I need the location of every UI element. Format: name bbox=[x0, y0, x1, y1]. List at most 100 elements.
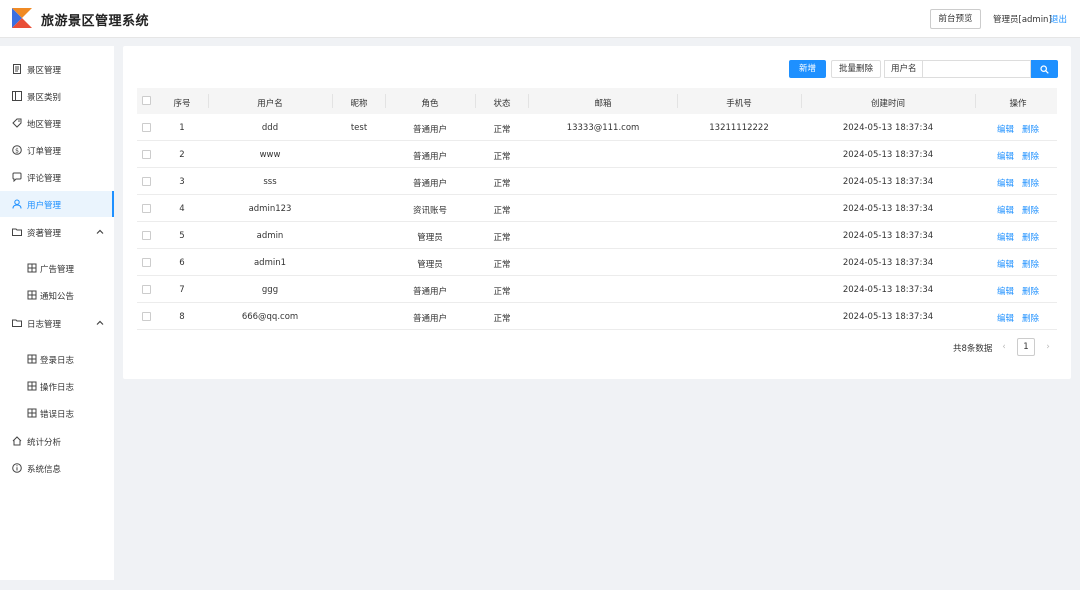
row-checkbox[interactable] bbox=[142, 123, 151, 132]
cell-email: 13333@111.com bbox=[566, 123, 640, 133]
app-title: 旅游景区管理系统 bbox=[41, 14, 150, 29]
cell-index: 8 bbox=[179, 312, 185, 322]
cell-username: sss bbox=[263, 177, 277, 187]
home-icon bbox=[12, 436, 22, 446]
chevron-up-icon bbox=[96, 229, 104, 234]
column-divider bbox=[801, 94, 802, 108]
row-checkbox[interactable] bbox=[142, 258, 151, 267]
sidebar-item-sysinfo[interactable]: 系统信息 bbox=[0, 455, 114, 481]
edit-link[interactable]: 编辑 bbox=[997, 312, 1014, 324]
edit-link[interactable]: 编辑 bbox=[997, 285, 1014, 297]
delete-link[interactable]: 删除 bbox=[1022, 123, 1039, 135]
grid-icon bbox=[27, 263, 37, 273]
column-divider bbox=[332, 94, 333, 108]
cell-status: 正常 bbox=[493, 260, 511, 270]
cell-created: 2024-05-13 18:37:34 bbox=[842, 177, 934, 187]
column-divider bbox=[208, 94, 209, 108]
column-divider bbox=[528, 94, 529, 108]
cell-status: 正常 bbox=[493, 125, 511, 135]
tag-icon bbox=[12, 118, 22, 128]
cell-username: www bbox=[259, 150, 281, 160]
delete-link[interactable]: 删除 bbox=[1022, 150, 1039, 162]
total-count: 共8条数据 bbox=[953, 344, 993, 354]
column-header: 操作 bbox=[1009, 99, 1027, 109]
table-row: 4 admin123 资讯账号 正常 2024-05-13 18:37:34 编… bbox=[137, 195, 1057, 222]
sidebar-item-label: 统计分析 bbox=[27, 438, 62, 448]
sidebar-item-label: 景区类别 bbox=[27, 93, 62, 103]
cell-index: 3 bbox=[179, 177, 185, 187]
sidebar-item-login-log[interactable]: 登录日志 bbox=[0, 346, 114, 372]
cell-status: 正常 bbox=[493, 287, 511, 297]
column-divider bbox=[975, 94, 976, 108]
cell-role: 普通用户 bbox=[412, 125, 448, 135]
cell-index: 6 bbox=[179, 258, 185, 268]
delete-link[interactable]: 删除 bbox=[1022, 258, 1039, 270]
sidebar-item-region[interactable]: 地区管理 bbox=[0, 110, 114, 136]
batch-delete-button[interactable]: 批量删除 bbox=[831, 60, 881, 78]
money-icon: $ bbox=[12, 145, 22, 155]
column-header: 状态 bbox=[493, 99, 511, 109]
sidebar-item-orders[interactable]: $ 订单管理 bbox=[0, 137, 114, 163]
sidebar-item-stats[interactable]: 统计分析 bbox=[0, 428, 114, 454]
search-icon bbox=[1040, 65, 1049, 74]
cell-status: 正常 bbox=[493, 152, 511, 162]
search-field-label: 用户名 bbox=[884, 60, 922, 78]
row-checkbox[interactable] bbox=[142, 312, 151, 321]
cell-index: 7 bbox=[179, 285, 185, 295]
grid-icon bbox=[27, 290, 37, 300]
column-divider bbox=[385, 94, 386, 108]
edit-link[interactable]: 编辑 bbox=[997, 150, 1014, 162]
document-icon bbox=[13, 64, 21, 74]
sidebar-item-users[interactable]: 用户管理 bbox=[0, 191, 114, 217]
edit-link[interactable]: 编辑 bbox=[997, 123, 1014, 135]
search-button[interactable] bbox=[1031, 60, 1058, 78]
edit-link[interactable]: 编辑 bbox=[997, 177, 1014, 189]
sidebar-item-label: 资著管理 bbox=[27, 229, 62, 239]
sidebar-item-category[interactable]: 景区类别 bbox=[0, 83, 114, 109]
column-header: 邮箱 bbox=[594, 99, 612, 109]
sidebar-item-label: 订单管理 bbox=[27, 147, 62, 157]
edit-link[interactable]: 编辑 bbox=[997, 231, 1014, 243]
select-all-checkbox[interactable] bbox=[142, 96, 151, 105]
sidebar-item-operation-log[interactable]: 操作日志 bbox=[0, 373, 114, 399]
sidebar-item-error-log[interactable]: 错误日志 bbox=[0, 400, 114, 426]
cell-status: 正常 bbox=[493, 233, 511, 243]
column-header: 创建时间 bbox=[870, 99, 906, 109]
sidebar-item-scenic[interactable]: 景区管理 bbox=[0, 56, 114, 82]
prev-page-button[interactable]: ‹ bbox=[996, 338, 1012, 356]
add-button[interactable]: 新增 bbox=[789, 60, 826, 78]
search-input[interactable] bbox=[922, 60, 1031, 78]
sidebar-item-notices[interactable]: 通知公告 bbox=[0, 282, 114, 308]
edit-link[interactable]: 编辑 bbox=[997, 258, 1014, 270]
cell-index: 2 bbox=[179, 150, 185, 160]
grid-icon bbox=[27, 354, 37, 364]
delete-link[interactable]: 删除 bbox=[1022, 312, 1039, 324]
delete-link[interactable]: 删除 bbox=[1022, 231, 1039, 243]
row-checkbox[interactable] bbox=[142, 204, 151, 213]
sidebar-item-label: 日志管理 bbox=[27, 320, 62, 330]
logout-link[interactable]: 退出 bbox=[1050, 13, 1067, 25]
sidebar-item-content[interactable]: 资著管理 bbox=[0, 219, 114, 245]
row-checkbox[interactable] bbox=[142, 231, 151, 240]
row-checkbox[interactable] bbox=[142, 150, 151, 159]
edit-link[interactable]: 编辑 bbox=[997, 204, 1014, 216]
delete-link[interactable]: 删除 bbox=[1022, 177, 1039, 189]
sidebar-item-logs[interactable]: 日志管理 bbox=[0, 310, 114, 336]
sidebar-item-label: 登录日志 bbox=[40, 356, 75, 366]
delete-link[interactable]: 删除 bbox=[1022, 285, 1039, 297]
page-number-button[interactable]: 1 bbox=[1017, 338, 1035, 356]
delete-link[interactable]: 删除 bbox=[1022, 204, 1039, 216]
cell-role: 管理员 bbox=[417, 233, 443, 243]
sidebar-item-comments[interactable]: 评论管理 bbox=[0, 164, 114, 190]
next-page-button[interactable]: › bbox=[1040, 338, 1056, 356]
preview-button[interactable]: 前台预览 bbox=[930, 9, 981, 29]
row-checkbox[interactable] bbox=[142, 285, 151, 294]
svg-text:$: $ bbox=[15, 148, 19, 155]
row-checkbox[interactable] bbox=[142, 177, 151, 186]
cell-created: 2024-05-13 18:37:34 bbox=[842, 258, 934, 268]
grid-icon bbox=[27, 408, 37, 418]
sidebar-item-ads[interactable]: 广告管理 bbox=[0, 255, 114, 281]
cell-status: 正常 bbox=[493, 206, 511, 216]
chevron-up-icon bbox=[96, 320, 104, 325]
cell-status: 正常 bbox=[493, 314, 511, 324]
